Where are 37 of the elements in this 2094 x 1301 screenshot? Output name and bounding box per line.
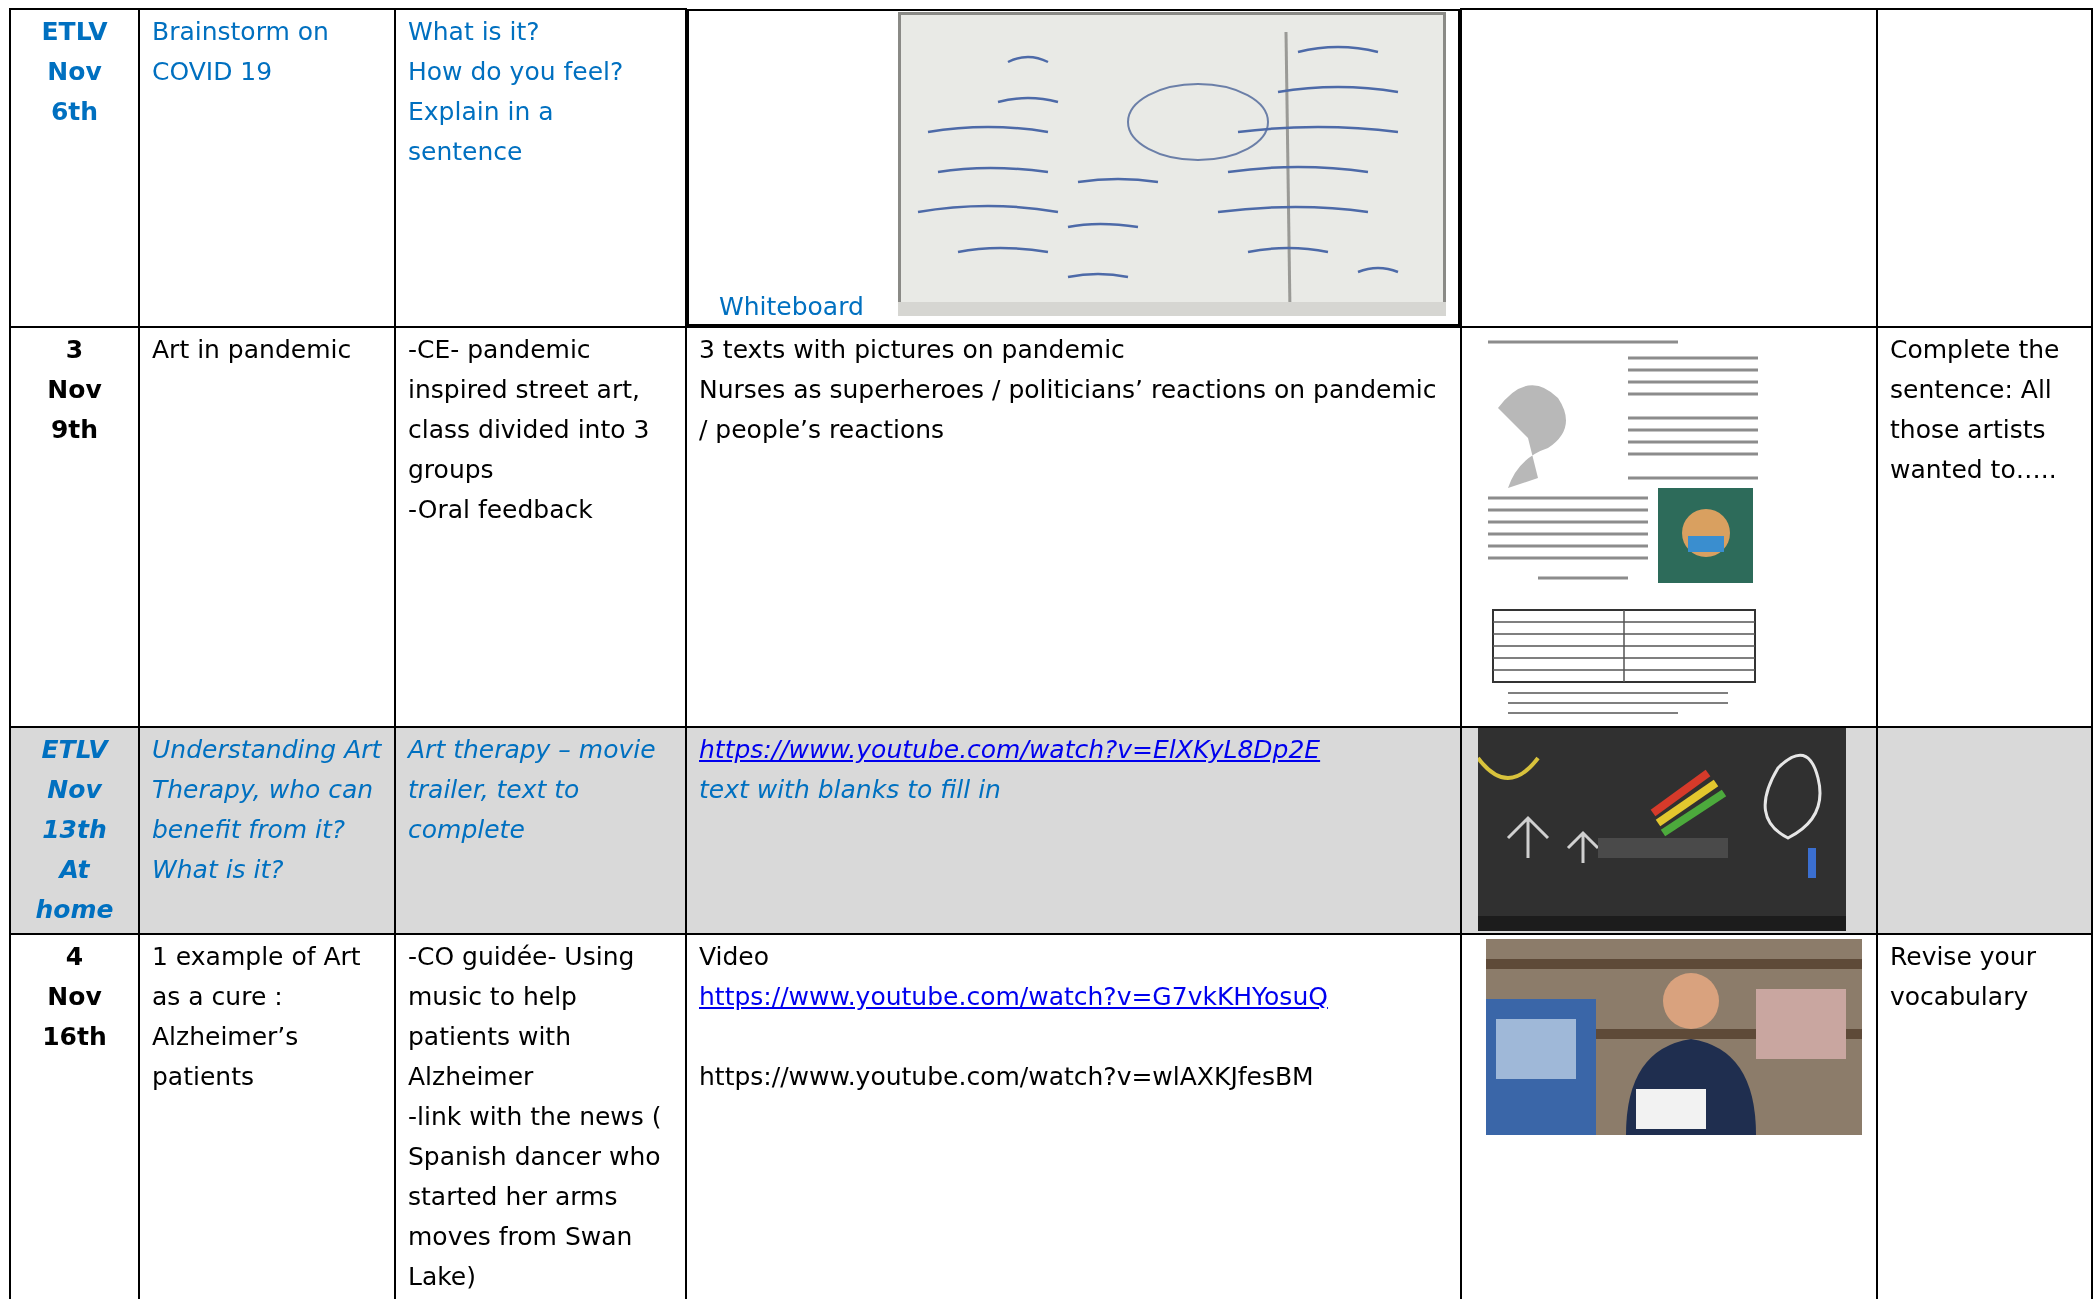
- cell-text: Nurses as superheroes / politicians’ reactions on pandemic / people’s reactions: [699, 374, 1438, 446]
- date-text: home: [34, 894, 115, 926]
- date-text: 3: [64, 334, 85, 366]
- cell-text: Understanding Art Therapy, who can benefit from it?: [152, 734, 382, 846]
- link[interactable]: https://www.youtube.com/watch?v=G7vkKHYosuQ: [699, 977, 1328, 1017]
- cell-text: Video: [699, 941, 771, 973]
- cell-text: Complete the sentence: All those artists wanted to…..: [1890, 334, 2061, 486]
- date-text: Nov: [46, 774, 104, 806]
- cell-text: What is it?: [408, 16, 541, 48]
- date-text: 9th: [49, 414, 100, 446]
- cell-text: -Oral feedback: [408, 494, 594, 526]
- cell-text: text with blanks to fill in: [699, 774, 1002, 806]
- cell-text: -CO guidée- Using music to help patients with Alzheimer: [408, 941, 636, 1093]
- date-text: ETLV: [40, 734, 110, 766]
- date-text: ETLV: [40, 16, 109, 48]
- link[interactable]: https://www.youtube.com/watch?v=ElXKyL8Dp2E: [699, 730, 1321, 770]
- cell-text: How do you feel?: [408, 56, 625, 88]
- cell-text: What is it?: [152, 854, 285, 886]
- picture-caption: Whiteboard: [719, 291, 864, 323]
- date-text: Nov: [46, 56, 103, 88]
- cell-text: Explain in a sentence: [408, 96, 555, 168]
- cell-text: Brainstorm on COVID 19: [152, 16, 330, 88]
- cell-text: Art therapy – movie trailer, text to complete: [408, 734, 657, 846]
- date-text: 16th: [41, 1021, 108, 1053]
- cell-text: Revise your vocabulary: [1890, 941, 2037, 1013]
- date-text: 13th: [41, 814, 108, 846]
- date-text: Nov: [46, 981, 103, 1013]
- cell-text: Art in pandemic: [152, 334, 353, 366]
- date-text: 4: [64, 941, 85, 973]
- cell-text: 1 example of Art as a cure : Alzheimer’s patients: [152, 941, 362, 1093]
- date-text: At: [57, 854, 91, 886]
- date-text: Nov: [46, 374, 103, 406]
- cell-text: 3 texts with pictures on pandemic: [699, 334, 1126, 366]
- cell-text: -link with the news ( Spanish dancer who started her arms moves from Swan Lake): [408, 1101, 663, 1293]
- cell-text: https://www.youtube.com/watch?v=wlAXKJfesBM: [699, 1061, 1315, 1093]
- date-text: 6th: [49, 96, 100, 128]
- cell-text: -CE- pandemic inspired street art, class divided into 3 groups: [408, 334, 651, 486]
